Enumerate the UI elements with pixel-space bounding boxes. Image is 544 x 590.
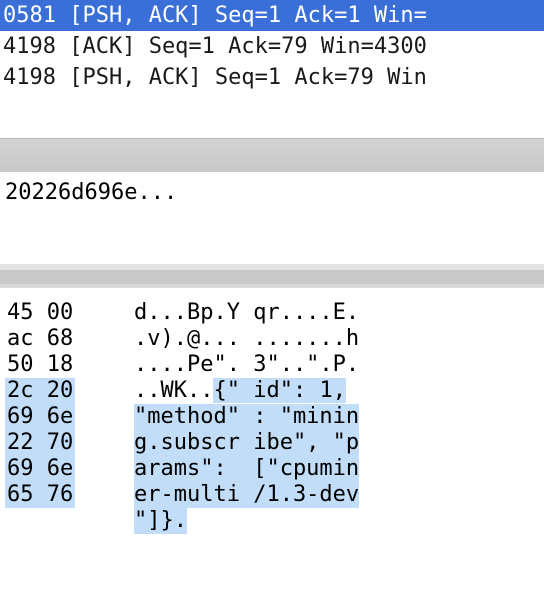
details-line[interactable]: 20226d696e... xyxy=(5,178,177,208)
ascii-plain-segment: ..WK.. xyxy=(134,378,214,403)
hex-bytes: ac 68 xyxy=(7,326,74,351)
packet-details-pane[interactable]: 20226d696e... xyxy=(0,172,544,264)
ascii-highlighted-segment: {" id": 1, xyxy=(213,378,346,403)
ascii-bytes: d...Bp.Y qr....E. xyxy=(134,300,360,325)
ascii-bytes-highlighted: arams": ["cpumin xyxy=(134,456,360,482)
hex-bytes-highlighted: 69 6e xyxy=(5,456,76,482)
ascii-bytes-highlighted: "]}. xyxy=(134,508,187,534)
ascii-bytes-highlighted: g.subscr ibe", "p xyxy=(134,430,360,456)
ascii-bytes: ..WK..{" id": 1, xyxy=(134,378,346,404)
packet-row-partial[interactable] xyxy=(0,124,544,138)
ascii-bytes: ....Pe". 3"..".P. xyxy=(134,352,360,377)
pane-splitter[interactable] xyxy=(0,264,544,288)
ascii-bytes-highlighted: er-multi /1.3-dev xyxy=(134,482,360,508)
hex-bytes-highlighted: 2c 20 xyxy=(5,378,76,404)
hex-bytes-highlighted: 65 76 xyxy=(5,482,76,508)
hex-bytes-highlighted: 22 70 xyxy=(5,430,76,456)
packet-row[interactable]: 4198 [PSH, ACK] Seq=1 Ack=79 Win xyxy=(0,62,544,93)
pane-splitter[interactable] xyxy=(0,138,544,172)
packet-row-selected[interactable]: 0581 [PSH, ACK] Seq=1 Ack=1 Win= xyxy=(0,0,544,31)
hex-bytes: 45 00 xyxy=(7,300,74,325)
packet-list[interactable]: 0581 [PSH, ACK] Seq=1 Ack=1 Win= 4198 [A… xyxy=(0,0,544,138)
hex-bytes-highlighted: 69 6e xyxy=(5,404,76,430)
ascii-bytes-highlighted: "method" : "minin xyxy=(134,404,360,430)
hex-bytes: 50 18 xyxy=(7,352,74,377)
packet-row[interactable]: 4198 [ACK] Seq=1 Ack=79 Win=4300 xyxy=(0,31,544,62)
packet-bytes-pane[interactable]: 45 00 d...Bp.Y qr....E. ac 68 .v).@... .… xyxy=(0,296,544,590)
ascii-bytes: .v).@... .......h xyxy=(134,326,360,351)
